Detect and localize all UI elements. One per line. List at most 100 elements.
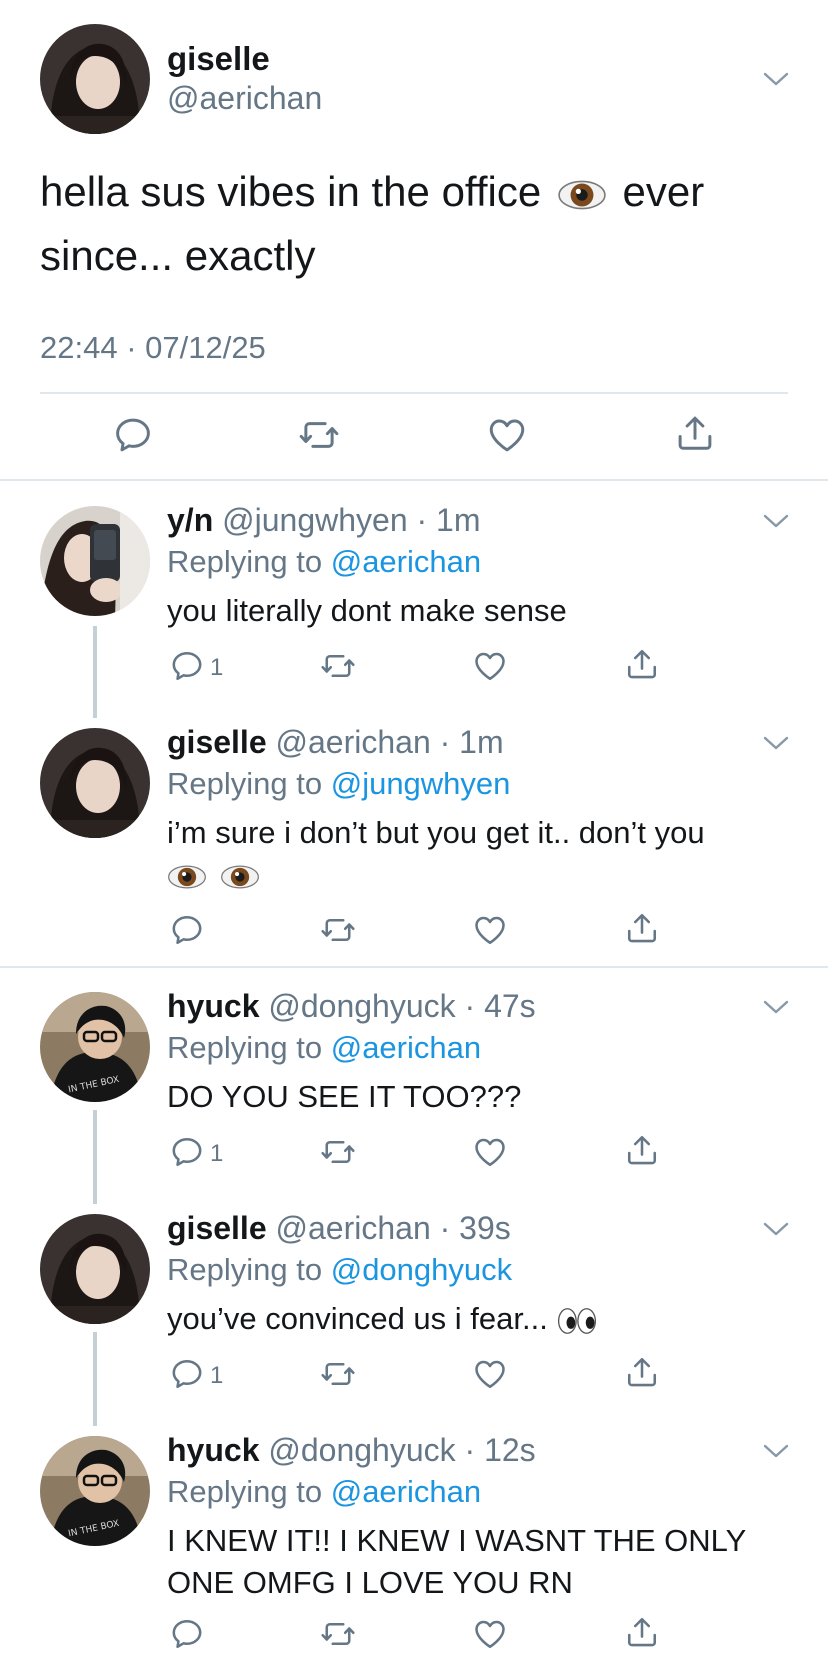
reply-icon[interactable] — [169, 1616, 205, 1652]
retweet-icon[interactable] — [320, 1616, 356, 1652]
divider — [0, 479, 828, 481]
tweet-timestamp: 22:44 · 07/12/25 — [40, 330, 266, 365]
replying-to: Replying to @aerichan — [167, 1030, 481, 1066]
author-handle[interactable]: @jungwhyen — [222, 502, 407, 538]
replying-prefix: Replying to — [167, 1474, 323, 1509]
author-handle[interactable]: @aerichan — [276, 724, 431, 760]
reply-icon[interactable] — [169, 1356, 205, 1392]
reply-time: · 1m — [439, 724, 504, 760]
avatar[interactable] — [40, 1214, 150, 1324]
author-name[interactable]: giselle — [167, 40, 270, 78]
reply-tweet[interactable]: y/n @jungwhyen · 1m Replying to @aericha… — [0, 500, 828, 710]
reply-tweet[interactable]: giselle @aerichan · 39s Replying to @don… — [0, 1208, 828, 1418]
eye-emoji — [220, 862, 260, 892]
author-name[interactable]: giselle — [167, 1210, 267, 1246]
reply-header: giselle @aerichan · 39s — [167, 1210, 511, 1247]
author-name[interactable]: hyuck — [167, 988, 259, 1024]
reply-text-content: you’ve convinced us i fear... — [167, 1301, 548, 1336]
avatar[interactable] — [40, 1436, 150, 1546]
author-name[interactable]: hyuck — [167, 1432, 259, 1468]
like-icon[interactable] — [486, 414, 528, 456]
share-icon[interactable] — [624, 910, 660, 946]
mention-link[interactable]: @aerichan — [331, 544, 481, 579]
reply-time: · 1m — [416, 502, 481, 538]
chevron-down-icon[interactable] — [762, 734, 790, 752]
reply-time: · 47s — [464, 988, 536, 1024]
share-icon[interactable] — [624, 1132, 660, 1168]
share-icon[interactable] — [624, 646, 660, 682]
author-name[interactable]: giselle — [167, 724, 267, 760]
reply-text-line1: I KNEW IT!! I KNEW I WASNT THE ONLY — [167, 1523, 747, 1558]
reply-text-line2: ONE OMFG I LOVE YOU RN — [167, 1565, 573, 1600]
reply-header: giselle @aerichan · 1m — [167, 724, 504, 761]
retweet-icon[interactable] — [320, 1134, 356, 1170]
eyes-emoji — [556, 1306, 598, 1336]
reply-text-content: i’m sure i don’t but you get it.. don’t … — [167, 815, 705, 850]
retweet-icon[interactable] — [320, 648, 356, 684]
reply-time: · 39s — [439, 1210, 511, 1246]
eye-emoji — [557, 178, 607, 212]
reply-count: 1 — [210, 654, 224, 681]
replying-to: Replying to @donghyuck — [167, 1252, 512, 1288]
reply-header: hyuck @donghyuck · 12s — [167, 1432, 536, 1469]
author-handle[interactable]: @donghyuck — [268, 988, 455, 1024]
avatar[interactable] — [40, 992, 150, 1102]
retweet-icon[interactable] — [320, 1356, 356, 1392]
tweet-text-part1: hella sus vibes in the office — [40, 168, 542, 215]
mention-link[interactable]: @donghyuck — [331, 1252, 512, 1287]
retweet-icon[interactable] — [320, 912, 356, 948]
reply-icon[interactable] — [169, 1134, 205, 1170]
replying-to: Replying to @jungwhyen — [167, 766, 510, 802]
tweet-text-part2: ever — [622, 168, 705, 215]
author-name[interactable]: y/n — [167, 502, 213, 538]
like-icon[interactable] — [472, 648, 508, 684]
like-icon[interactable] — [472, 1134, 508, 1170]
mention-link[interactable]: @jungwhyen — [331, 766, 511, 801]
like-icon[interactable] — [472, 1616, 508, 1652]
replying-to: Replying to @aerichan — [167, 1474, 481, 1510]
share-icon[interactable] — [674, 412, 716, 454]
reply-header: y/n @jungwhyen · 1m — [167, 502, 481, 539]
retweet-icon[interactable] — [298, 414, 340, 456]
chevron-down-icon[interactable] — [762, 1442, 790, 1460]
reply-text: I KNEW IT!! I KNEW I WASNT THE ONLY ONE … — [167, 1520, 787, 1604]
replying-to: Replying to @aerichan — [167, 544, 481, 580]
reply-text: you literally dont make sense — [167, 593, 567, 628]
replying-prefix: Replying to — [167, 1030, 323, 1065]
avatar[interactable] — [40, 24, 150, 134]
avatar[interactable] — [40, 728, 150, 838]
chevron-down-icon[interactable] — [762, 512, 790, 530]
divider — [0, 966, 828, 968]
mention-link[interactable]: @aerichan — [331, 1030, 481, 1065]
replying-prefix: Replying to — [167, 544, 323, 579]
reply-text: i’m sure i don’t but you get it.. don’t … — [167, 812, 787, 896]
mention-link[interactable]: @aerichan — [331, 1474, 481, 1509]
avatar[interactable] — [40, 506, 150, 616]
like-icon[interactable] — [472, 1356, 508, 1392]
reply-count: 1 — [210, 1362, 224, 1389]
reply-count: 1 — [210, 1140, 224, 1167]
replying-prefix: Replying to — [167, 766, 323, 801]
reply-tweet[interactable]: giselle @aerichan · 1m Replying to @jung… — [0, 722, 828, 962]
reply-time: · 12s — [464, 1432, 536, 1468]
divider — [40, 392, 788, 394]
reply-tweet[interactable]: hyuck @donghyuck · 47s Replying to @aeri… — [0, 986, 828, 1196]
author-handle[interactable]: @aerichan — [167, 80, 322, 117]
chevron-down-icon[interactable] — [762, 1220, 790, 1238]
reply-text: you’ve convinced us i fear... — [167, 1298, 787, 1340]
reply-tweet[interactable]: hyuck @donghyuck · 12s Replying to @aeri… — [0, 1430, 828, 1676]
reply-icon[interactable] — [112, 414, 154, 456]
tweet-text-line2: since... exactly — [40, 232, 316, 279]
share-icon[interactable] — [624, 1354, 660, 1390]
replying-prefix: Replying to — [167, 1252, 323, 1287]
reply-icon[interactable] — [169, 912, 205, 948]
chevron-down-icon[interactable] — [762, 998, 790, 1016]
share-icon[interactable] — [624, 1614, 660, 1650]
reply-header: hyuck @donghyuck · 47s — [167, 988, 536, 1025]
like-icon[interactable] — [472, 912, 508, 948]
reply-icon[interactable] — [169, 648, 205, 684]
eye-emoji — [167, 862, 207, 892]
author-handle[interactable]: @aerichan — [276, 1210, 431, 1246]
author-handle[interactable]: @donghyuck — [268, 1432, 455, 1468]
chevron-down-icon[interactable] — [762, 70, 790, 88]
